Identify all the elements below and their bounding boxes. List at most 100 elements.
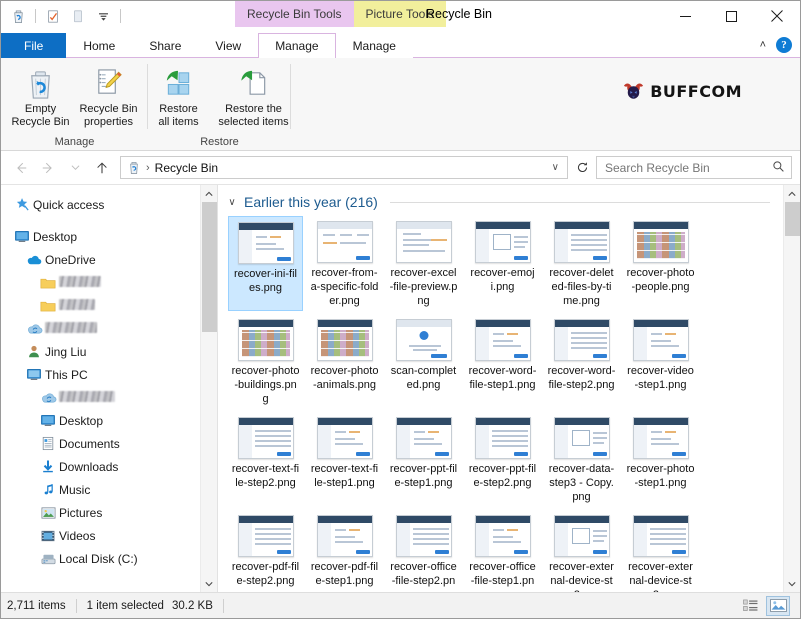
restore-selected-items-button[interactable]: Restore the selected items [213,64,295,131]
file-item[interactable]: recover-text-file-step1.png [307,412,382,507]
search-icon[interactable] [772,160,785,176]
nav-item-quick-access[interactable]: Quick access [1,193,217,216]
nav-item-jing-liu[interactable]: Jing Liu [1,340,217,363]
restore-selected-items-icon [237,66,271,100]
group-header[interactable]: ∨ Earlier this year (216) [218,185,800,212]
tab-share[interactable]: Share [132,33,198,58]
scroll-up-icon[interactable] [201,185,218,202]
file-item[interactable]: recover-office-file-step2.png [386,510,461,592]
file-item[interactable]: recover-text-file-step2.png [228,412,303,507]
empty-recycle-bin-icon [25,66,56,100]
nav-item-local-disk-c[interactable]: Local Disk (C:) [1,547,217,570]
redacted-text [59,298,95,310]
file-item[interactable]: recover-external-device-step3.png [544,510,619,592]
scroll-thumb[interactable] [784,202,800,236]
scroll-thumb[interactable] [201,202,217,332]
search-input[interactable] [603,159,772,176]
nav-item-this-pc[interactable]: This PC [1,363,217,386]
tab-manage-picture[interactable]: Manage [335,33,413,58]
file-item[interactable]: recover-word-file-step2.png [544,314,619,409]
file-name-label: recover-photo-people.png [626,267,695,293]
file-name-label: recover-photo-animals.png [310,365,379,391]
file-item[interactable]: scan-completed.png [386,314,461,409]
nav-item-downloads[interactable]: Downloads [1,455,217,478]
file-item[interactable]: recover-video-step1.png [623,314,698,409]
scroll-track[interactable] [784,202,801,575]
customize-caret-icon[interactable] [93,6,113,26]
file-item[interactable]: recover-photo-animals.png [307,314,382,409]
nav-item-redacted-5[interactable] [1,294,217,317]
recycle-bin-properties-button[interactable]: Recycle Bin properties [75,64,143,131]
tab-manage-recycle-bin[interactable]: Manage [258,33,336,58]
file-item[interactable]: recover-ppt-file-step2.png [465,412,540,507]
up-button[interactable] [90,156,114,180]
scroll-track[interactable] [201,202,218,575]
scroll-up-icon[interactable] [784,185,801,202]
breadcrumb-dropdown-icon[interactable]: ∨ [552,162,563,173]
file-item[interactable]: recover-office-file-step1.png [465,510,540,592]
file-item[interactable]: recover-deleted-files-by-time.png [544,216,619,311]
nav-item-redacted-6[interactable] [1,317,217,340]
breadcrumb[interactable]: › Recycle Bin ∨ [120,156,568,179]
scroll-down-icon[interactable] [201,575,218,592]
close-button[interactable] [754,1,800,31]
details-view-button[interactable] [738,596,762,616]
minimize-button[interactable] [662,1,708,31]
contextual-tab-recycle-bin-tools[interactable]: Recycle Bin Tools [235,1,354,27]
cloud-sync-icon [23,322,45,336]
restore-icon[interactable] [68,6,88,26]
collapse-ribbon-icon[interactable]: ˄ [760,39,766,51]
status-divider [75,598,77,613]
tab-home[interactable]: Home [66,33,132,58]
nav-item-redacted-9[interactable] [1,386,217,409]
file-thumbnail-icon [630,415,692,461]
nav-item-redacted-4[interactable] [1,271,217,294]
file-item[interactable]: recover-pdf-file-step2.png [228,510,303,592]
refresh-button[interactable] [571,156,593,179]
file-item[interactable]: recover-ini-files.png [228,216,303,311]
file-pane-scrollbar[interactable] [783,185,800,592]
large-icons-view-button[interactable] [766,595,790,616]
nav-item-desktop[interactable]: Desktop [1,225,217,248]
nav-item-desktop[interactable]: Desktop [1,409,217,432]
file-item[interactable]: recover-pdf-file-step1.png [307,510,382,592]
scroll-down-icon[interactable] [784,575,801,592]
file-name-label: recover-office-file-step1.png [469,561,536,592]
group-collapse-icon[interactable]: ∨ [226,197,238,208]
tab-file[interactable]: File [1,33,67,58]
navigation-pane-scrollbar[interactable] [200,185,217,592]
file-item[interactable]: recover-word-file-step1.png [465,314,540,409]
back-button[interactable] [9,156,33,180]
help-icon[interactable]: ? [776,37,792,53]
file-item[interactable]: recover-ppt-file-step1.png [386,412,461,507]
file-item[interactable]: recover-photo-buildings.png [228,314,303,409]
file-item[interactable]: recover-emoji.png [465,216,540,311]
nav-item-onedrive[interactable]: OneDrive [1,248,217,271]
file-item[interactable]: recover-from-a-specific-folder.png [307,216,382,311]
file-item[interactable]: recover-data-step3 - Copy.png [544,412,619,507]
properties-icon[interactable] [43,6,63,26]
window-title: Recycle Bin [426,7,492,21]
file-name-label: recover-ini-files.png [234,268,297,294]
empty-recycle-bin-button[interactable]: Empty Recycle Bin [7,64,75,131]
recycle-bin-icon[interactable] [8,6,28,26]
file-item[interactable]: recover-excel-file-preview.png [386,216,461,311]
nav-item-label: Desktop [59,413,104,428]
file-item[interactable]: recover-external-device-step2.png [623,510,698,592]
ribbon-group-restore: Restore all items Restore the selected i… [148,58,291,151]
nav-item-videos[interactable]: Videos [1,524,217,547]
file-item[interactable]: recover-photo-people.png [623,216,698,311]
file-thumbnail-icon [235,220,297,266]
tab-view[interactable]: View [198,33,258,58]
nav-item-pictures[interactable]: Pictures [1,501,217,524]
file-item[interactable]: recover-photo-step1.png [623,412,698,507]
nav-item-label: Music [59,482,91,497]
restore-all-items-button[interactable]: Restore all items [145,64,213,131]
nav-item-music[interactable]: Music [1,478,217,501]
item-count-label: 2,711 items [7,599,66,612]
forward-button[interactable] [36,156,60,180]
search-box[interactable] [596,156,792,179]
maximize-button[interactable] [708,1,754,31]
nav-item-documents[interactable]: Documents [1,432,217,455]
recent-locations-button[interactable] [63,156,87,180]
